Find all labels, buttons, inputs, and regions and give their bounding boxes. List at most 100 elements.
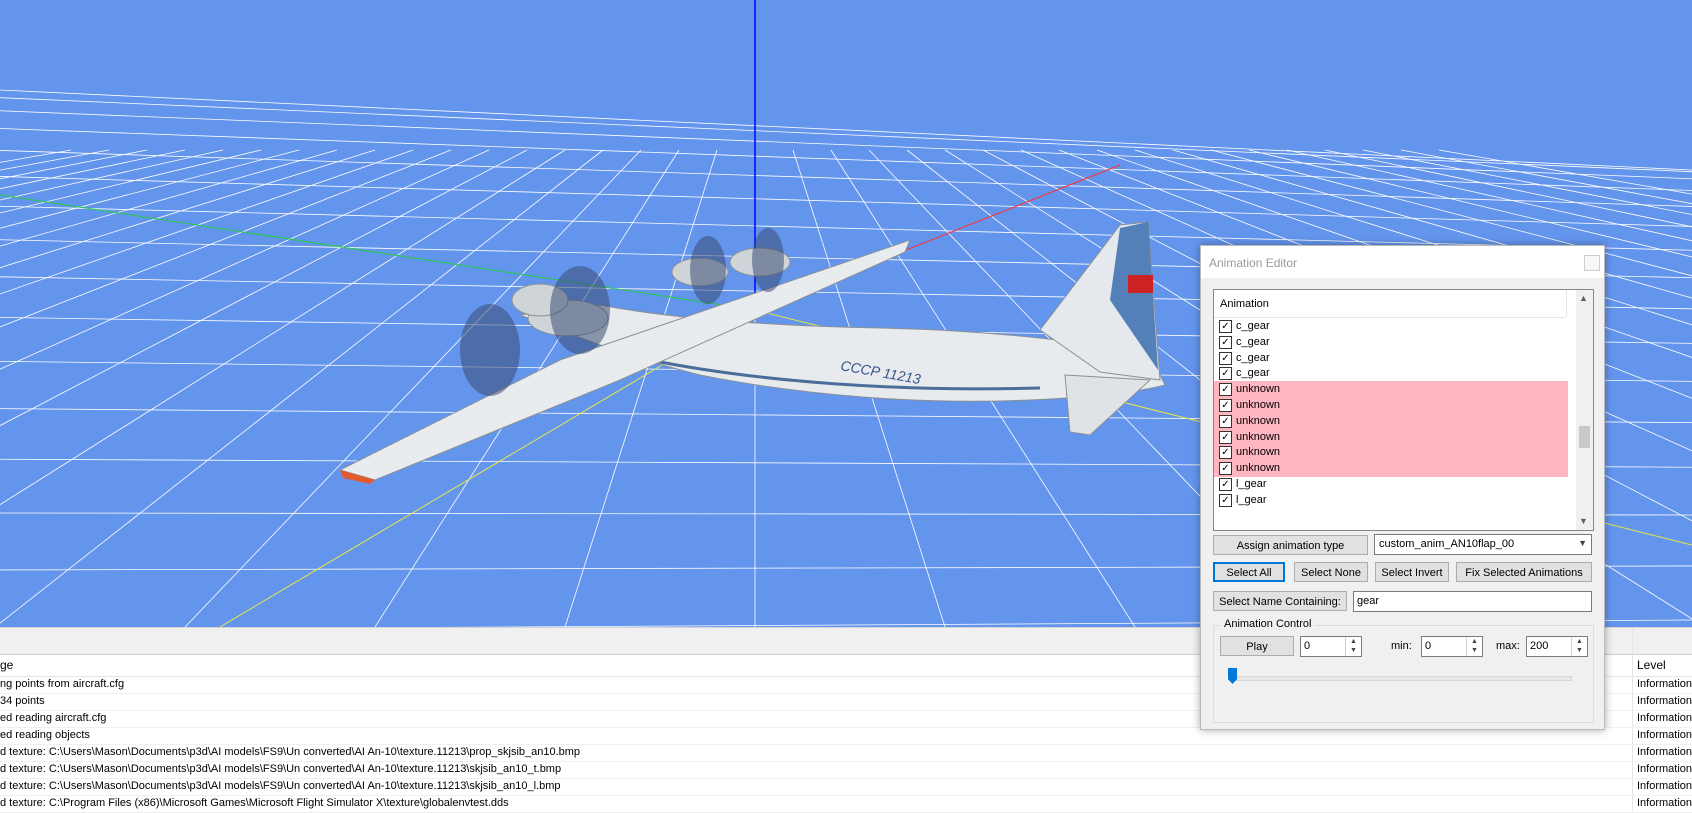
item-name: unknown [1236, 383, 1281, 396]
grid-line [0, 149, 490, 370]
aircraft-model: CCCP 11213 [338, 221, 1166, 484]
log-level: Information [1637, 695, 1692, 707]
max-label: max: [1496, 640, 1520, 652]
animation-list-item[interactable]: ✓ l_gear [1214, 476, 1568, 493]
fix-selected-animations-button[interactable]: Fix Selected Animations [1456, 562, 1592, 582]
select-invert-button[interactable]: Select Invert [1375, 562, 1449, 582]
item-checkbox[interactable]: ✓ [1219, 414, 1232, 428]
log-message: ng points from aircraft.cfg [0, 678, 125, 690]
grid-line [0, 149, 224, 201]
item-name: c_gear [1236, 320, 1270, 332]
log-level: Information [1637, 797, 1692, 809]
log-level: Information [1637, 780, 1692, 792]
item-checkbox[interactable]: ✓ [1219, 430, 1232, 444]
grid-line [0, 205, 1692, 251]
animation-list-item[interactable]: ✓ unknown [1214, 460, 1568, 478]
frame-spinner[interactable]: 0 ▲ ▼ [1300, 636, 1362, 657]
close-icon[interactable] [1584, 255, 1600, 271]
log-level: Information [1637, 746, 1692, 758]
list-scrollbar[interactable]: ▲ ▼ [1576, 290, 1593, 530]
item-checkbox[interactable]: ✓ [1219, 478, 1232, 491]
animation-list-header[interactable]: Animation [1220, 298, 1269, 310]
max-spinner[interactable]: 200 ▲ ▼ [1526, 636, 1588, 657]
item-name: unknown [1236, 399, 1281, 411]
scroll-up-icon[interactable]: ▲ [1579, 293, 1588, 303]
grid-line [0, 149, 262, 214]
grid-line [0, 149, 72, 163]
play-button[interactable]: Play [1220, 636, 1294, 656]
animation-control-label: Animation Control [1221, 618, 1315, 630]
animation-editor-dialog: Animation Editor Animation ✓ c_gear ✓ c_gea… [1200, 245, 1605, 730]
log-message: d texture: C:\Program Files (x86)\Micros… [0, 797, 509, 809]
animation-list-item[interactable]: ✓ c_gear [1214, 318, 1568, 335]
select-name-containing-button[interactable]: Select Name Containing: [1213, 591, 1347, 611]
spinner-updown-icon[interactable]: ▲ ▼ [1571, 637, 1587, 656]
select-all-button[interactable]: Select All [1213, 562, 1285, 582]
log-row[interactable]: d texture: C:\Program Files (x86)\Micros… [0, 795, 1692, 813]
dialog-titlebar[interactable]: Animation Editor [1201, 246, 1604, 278]
log-level: Information [1637, 712, 1692, 724]
grid-line [0, 150, 1692, 207]
grid-line [0, 149, 186, 190]
frame-value: 0 [1304, 640, 1311, 652]
scrollbar-thumb[interactable] [1579, 426, 1590, 448]
log-level: Information [1637, 729, 1692, 741]
grid-line [0, 110, 1692, 180]
animation-list-item[interactable]: ✓ unknown [1214, 428, 1568, 446]
animation-list-item[interactable]: ✓ l_gear [1214, 492, 1568, 509]
log-col-message-header[interactable]: ge [0, 658, 13, 672]
animation-list-item[interactable]: ✓ unknown [1214, 397, 1568, 414]
animation-type-combo[interactable]: custom_anim_AN10flap_00 ▼ [1374, 534, 1592, 555]
item-name: unknown [1236, 414, 1281, 427]
item-checkbox[interactable]: ✓ [1219, 383, 1232, 397]
log-level: Information [1637, 763, 1692, 775]
grid-line [0, 97, 1692, 173]
log-row[interactable]: d texture: C:\Users\Mason\Documents\p3d\… [0, 744, 1692, 762]
log-message: ed reading aircraft.cfg [0, 712, 107, 724]
item-checkbox[interactable]: ✓ [1219, 320, 1232, 333]
item-checkbox[interactable]: ✓ [1219, 351, 1232, 365]
log-col-level-header[interactable]: Level [1637, 658, 1666, 672]
log-row[interactable]: d texture: C:\Users\Mason\Documents\p3d\… [0, 761, 1692, 779]
item-name: l_gear [1236, 493, 1267, 506]
item-name: l_gear [1236, 478, 1267, 490]
select-none-button[interactable]: Select None [1294, 562, 1368, 582]
log-row[interactable]: d texture: C:\Users\Mason\Documents\p3d\… [0, 778, 1692, 796]
scroll-down-icon[interactable]: ▼ [1579, 516, 1588, 526]
item-checkbox[interactable]: ✓ [1219, 335, 1232, 349]
item-checkbox[interactable]: ✓ [1219, 446, 1232, 460]
log-message: d texture: C:\Users\Mason\Documents\p3d\… [0, 780, 561, 792]
animation-list-item[interactable]: ✓ unknown [1214, 412, 1568, 430]
log-message: ed reading objects [0, 729, 90, 741]
item-checkbox[interactable]: ✓ [1219, 493, 1232, 507]
item-name: unknown [1236, 462, 1281, 475]
item-checkbox[interactable]: ✓ [1219, 462, 1232, 476]
log-message: d texture: C:\Users\Mason\Documents\p3d\… [0, 746, 581, 758]
item-name: c_gear [1236, 367, 1270, 380]
grid-line [0, 149, 300, 229]
name-filter-value: gear [1357, 595, 1380, 607]
animation-type-value: custom_anim_AN10flap_00 [1379, 538, 1515, 550]
max-value: 200 [1530, 640, 1549, 652]
z-axis-line [0, 194, 756, 311]
item-checkbox[interactable]: ✓ [1219, 367, 1232, 381]
spinner-updown-icon[interactable]: ▲ ▼ [1345, 637, 1361, 656]
min-spinner[interactable]: 0 ▲ ▼ [1421, 636, 1483, 657]
spinner-updown-icon[interactable]: ▲ ▼ [1466, 637, 1482, 656]
grid-line [0, 149, 528, 427]
grid-line [0, 149, 110, 171]
dialog-title: Animation Editor [1209, 256, 1298, 270]
animation-list-item[interactable]: ✓ unknown [1214, 381, 1568, 399]
animation-list[interactable]: Animation ✓ c_gear ✓ c_gear ✓ c_gear ✓ c_gear ✓ u… [1213, 289, 1594, 531]
animation-list-item[interactable]: ✓ c_gear [1214, 350, 1568, 367]
log-message: 34 points [0, 695, 45, 707]
animation-list-item[interactable]: ✓ unknown [1214, 444, 1568, 462]
grid-line [0, 89, 1692, 171]
frame-slider-track[interactable] [1231, 676, 1572, 681]
item-checkbox[interactable]: ✓ [1219, 399, 1232, 412]
grid-line [0, 149, 452, 328]
name-filter-input[interactable]: gear [1353, 591, 1592, 612]
animation-list-item[interactable]: ✓ c_gear [1214, 334, 1568, 351]
animation-list-item[interactable]: ✓ c_gear [1214, 365, 1568, 382]
assign-animation-type-button[interactable]: Assign animation type [1213, 535, 1368, 555]
